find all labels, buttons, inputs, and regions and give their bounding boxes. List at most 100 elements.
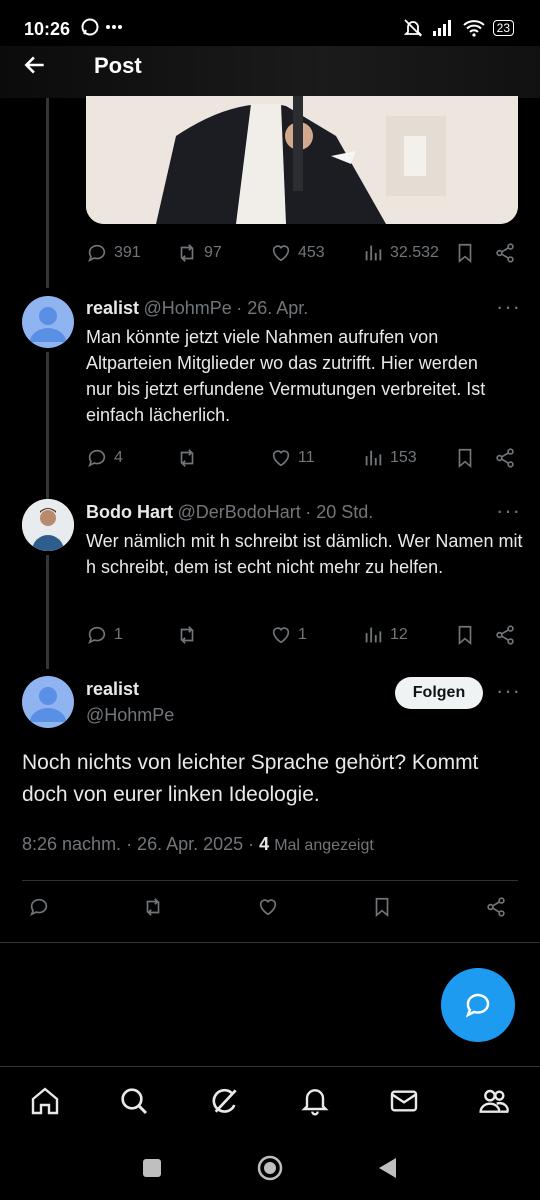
bookmark-button[interactable] <box>454 242 476 264</box>
divider <box>22 880 518 881</box>
grok-icon[interactable] <box>209 1085 241 1117</box>
share-icon <box>496 243 514 263</box>
back-arrow-icon[interactable] <box>22 52 48 85</box>
post-time: · 20 Std. <box>305 502 374 522</box>
author-name[interactable]: realist <box>86 298 139 318</box>
like-count: 11 <box>298 449 315 466</box>
reply-icon <box>88 244 106 263</box>
back-triangle-icon[interactable] <box>376 1156 398 1180</box>
reply-button[interactable]: 391 <box>86 242 141 264</box>
like-button[interactable]: 453 <box>270 242 325 264</box>
reply-icon <box>88 626 106 645</box>
status-icons: 23 <box>403 18 514 38</box>
divider <box>0 942 540 943</box>
post-meta: 8:26 nachm. · 26. Apr. 2025 · 4 Mal ange… <box>22 834 374 855</box>
bookmark-button[interactable] <box>454 624 476 646</box>
like-count: 1 <box>298 626 307 643</box>
follow-button[interactable]: Folgen <box>395 677 483 709</box>
communities-icon[interactable] <box>478 1085 510 1117</box>
reply-button[interactable] <box>28 896 50 918</box>
whatsapp-notification-icon <box>80 17 126 42</box>
author-handle[interactable]: @HohmPe <box>86 705 174 726</box>
author-handle[interactable]: @DerBodoHart <box>177 502 300 522</box>
avatar[interactable] <box>22 676 74 728</box>
post-media-image[interactable] <box>86 96 518 224</box>
author-name[interactable]: Bodo Hart <box>86 502 173 522</box>
views-icon <box>365 627 382 643</box>
home-icon[interactable] <box>29 1085 61 1117</box>
page-title: Post <box>94 53 142 78</box>
like-button[interactable]: 1 <box>270 624 307 646</box>
messages-icon[interactable] <box>388 1085 420 1117</box>
like-icon <box>272 627 290 644</box>
search-icon[interactable] <box>118 1085 150 1117</box>
views-label: Mal angezeigt <box>274 837 374 854</box>
like-icon <box>259 899 277 916</box>
like-button[interactable]: 11 <box>270 447 315 469</box>
views-button[interactable]: 32.532 <box>362 242 439 264</box>
repost-icon <box>180 626 194 644</box>
avatar[interactable] <box>22 499 74 551</box>
share-button[interactable] <box>494 624 516 646</box>
share-button[interactable] <box>494 447 516 469</box>
views-button[interactable]: 12 <box>362 624 408 646</box>
reply-icon <box>30 898 48 917</box>
reply-icon <box>465 993 490 1018</box>
reply-count: 4 <box>114 449 123 466</box>
reply-icon <box>88 449 106 468</box>
post-time: · 26. Apr. <box>236 298 309 318</box>
reply-text: Wer nämlich mit h schreibt ist dämlich. … <box>86 531 523 577</box>
more-options-icon[interactable]: ··· <box>496 294 521 320</box>
repost-count: 97 <box>204 244 222 261</box>
bookmark-icon <box>375 897 389 918</box>
share-button[interactable] <box>485 896 507 918</box>
recents-icon[interactable] <box>141 1157 163 1179</box>
repost-button[interactable] <box>176 447 198 469</box>
share-icon <box>487 897 505 917</box>
main-post-actions <box>0 896 540 928</box>
home-button-icon[interactable] <box>256 1154 284 1182</box>
compose-reply-button[interactable] <box>441 968 515 1042</box>
bookmark-button[interactable] <box>371 896 393 918</box>
repost-button[interactable] <box>176 624 198 646</box>
author-name[interactable]: realist <box>86 679 139 700</box>
notifications-icon[interactable] <box>299 1085 331 1117</box>
reply-actions: 1 1 12 <box>86 622 526 648</box>
views-icon <box>365 245 382 261</box>
post-text: Noch nichts von leichter Sprache gehört?… <box>22 751 479 806</box>
parent-post-actions: 391 97 453 32.532 <box>86 240 526 266</box>
more-options-icon[interactable]: ··· <box>496 678 521 704</box>
author-handle[interactable]: @HohmPe <box>144 298 232 318</box>
views-button[interactable]: 153 <box>362 447 417 469</box>
like-icon <box>272 450 290 467</box>
reply-button[interactable]: 1 <box>86 624 123 646</box>
repost-icon <box>146 898 160 916</box>
like-icon <box>272 245 290 262</box>
repost-button[interactable]: 97 <box>176 242 222 264</box>
bookmark-icon <box>458 625 472 646</box>
share-icon <box>496 448 514 468</box>
thread-line <box>46 98 49 288</box>
more-options-icon[interactable]: ··· <box>496 498 521 524</box>
like-count: 453 <box>298 244 325 261</box>
thread-line <box>46 555 49 669</box>
status-time: 10:26 <box>24 19 71 39</box>
like-button[interactable] <box>257 896 279 918</box>
bookmark-icon <box>458 448 472 469</box>
view-count: 4 <box>259 834 270 854</box>
avatar[interactable] <box>22 296 74 348</box>
views-icon <box>365 450 382 466</box>
share-button[interactable] <box>494 242 516 264</box>
view-count: 32.532 <box>390 244 439 261</box>
thread-line <box>46 352 49 500</box>
top-app-bar: Post <box>0 46 540 98</box>
post-datetime: 8:26 nachm. · 26. Apr. 2025 · <box>22 834 255 854</box>
reply-count: 1 <box>114 626 123 643</box>
reply-button[interactable]: 4 <box>86 447 123 469</box>
bookmark-button[interactable] <box>454 447 476 469</box>
battery-indicator: 23 <box>492 20 514 36</box>
repost-icon <box>180 244 194 262</box>
reply-actions: 4 11 153 <box>86 445 526 471</box>
repost-button[interactable] <box>142 896 164 918</box>
bookmark-icon <box>458 243 472 264</box>
